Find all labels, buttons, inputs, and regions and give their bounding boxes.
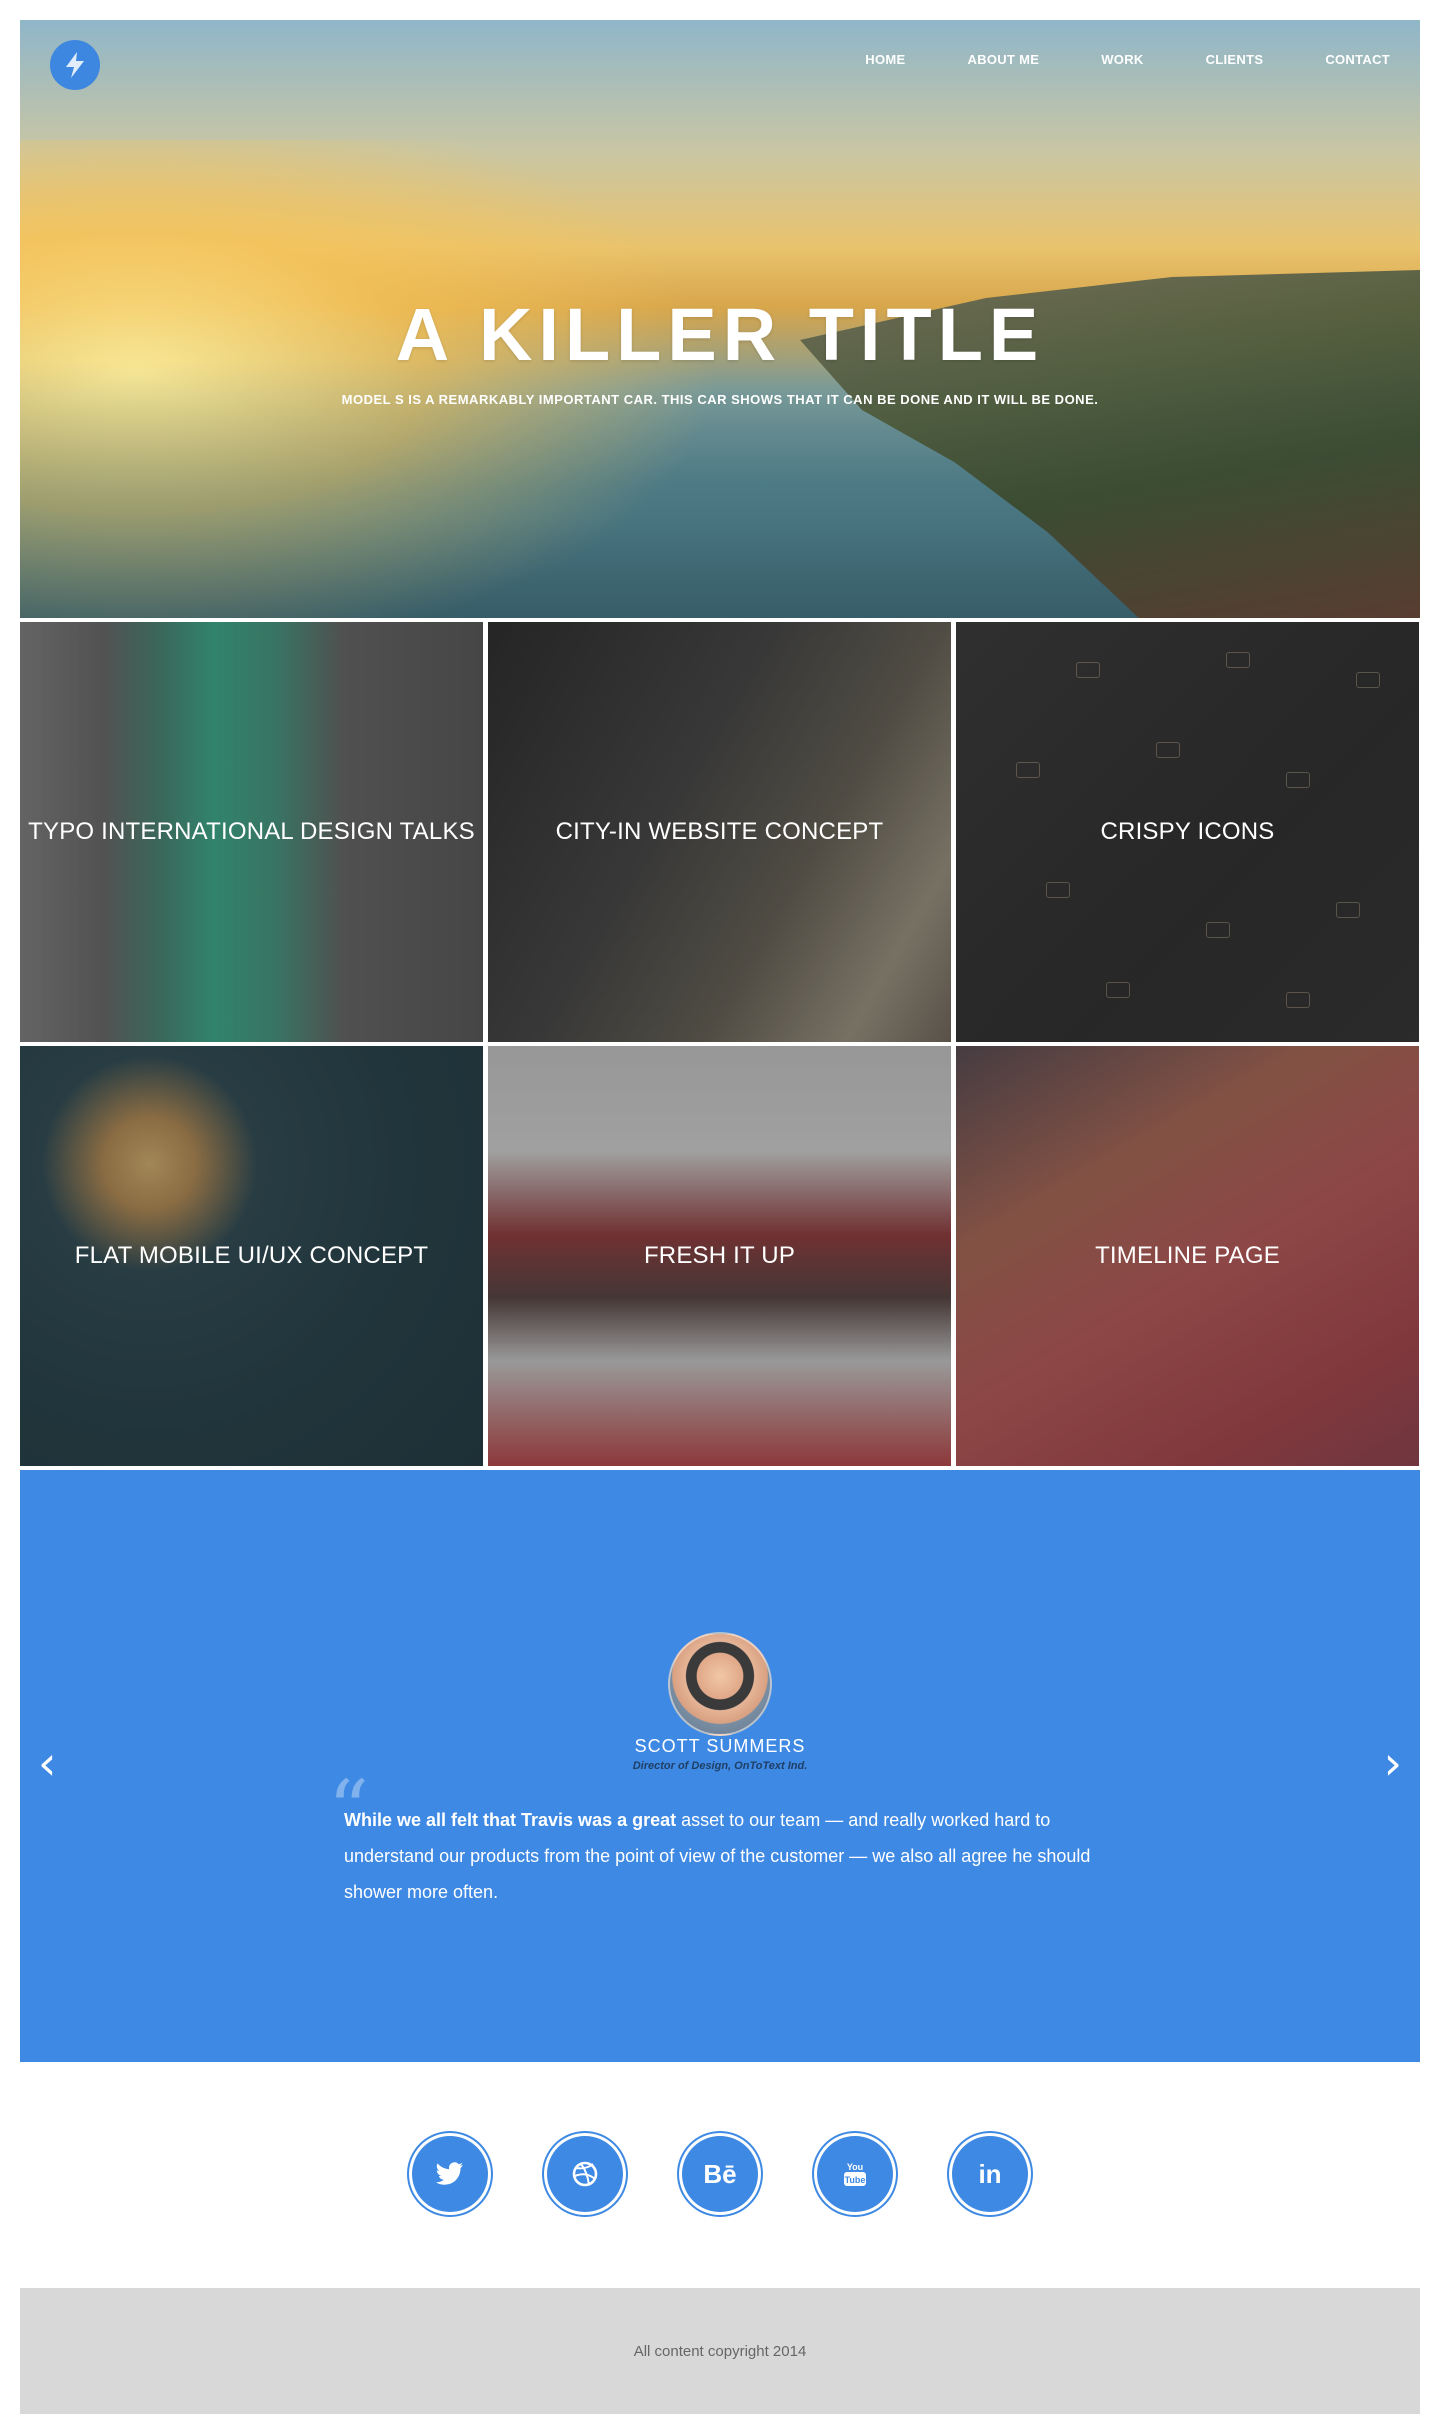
pattern-glyph: [1286, 772, 1310, 788]
pattern-glyph: [1106, 982, 1130, 998]
pattern-glyph: [1076, 662, 1100, 678]
work-tile-label: CRISPY ICONS: [1100, 818, 1275, 845]
behance-icon[interactable]: Bē: [682, 2136, 758, 2212]
pattern-glyph: [1016, 762, 1040, 778]
svg-text:Tube: Tube: [845, 2175, 866, 2185]
testimonial-role: Director of Design, OnToText Ind.: [632, 1760, 808, 1772]
testimonial-name: SCOTT SUMMERS: [634, 1736, 806, 1756]
hero-section: HOME ABOUT ME WORK CLIENTS CONTACT A KIL…: [20, 20, 1420, 618]
youtube-glyph: You Tube: [844, 2162, 866, 2186]
pattern-glyph: [1356, 672, 1380, 688]
linkedin-glyph: in: [978, 2158, 1002, 2189]
twitter-glyph: [436, 2162, 463, 2185]
work-tile-typo[interactable]: TYPO INTERNATIONAL DESIGN TALKS: [20, 622, 483, 1042]
logo-glyph: [66, 52, 84, 78]
work-tile-timeline[interactable]: TIMELINE PAGE: [956, 1046, 1419, 1466]
nav-clients[interactable]: CLIENTS: [1206, 52, 1264, 67]
nav-work[interactable]: WORK: [1101, 52, 1143, 67]
copyright-text: All content copyright 2014: [633, 2342, 807, 2360]
linkedin-icon[interactable]: in: [952, 2136, 1028, 2212]
chevron-right-icon[interactable]: ›: [1384, 1740, 1402, 1786]
main-nav: HOME ABOUT ME WORK CLIENTS CONTACT: [865, 52, 1390, 67]
pattern-glyph: [1206, 922, 1230, 938]
nav-home[interactable]: HOME: [865, 52, 905, 67]
footer: All content copyright 2014: [20, 2288, 1420, 2414]
twitter-icon[interactable]: [412, 2136, 488, 2212]
work-tile-fresh-it-up[interactable]: FRESH IT UP: [488, 1046, 951, 1466]
work-tile-flat-mobile[interactable]: FLAT MOBILE UI/UX CONCEPT: [20, 1046, 483, 1466]
work-tile-crispy-icons[interactable]: CRISPY ICONS: [956, 622, 1419, 1042]
lightning-bolt-icon[interactable]: [50, 40, 100, 90]
work-tile-label: FRESH IT UP: [643, 1242, 796, 1269]
avatar: [668, 1632, 772, 1736]
nav-about-me[interactable]: ABOUT ME: [968, 52, 1040, 67]
svg-text:You: You: [847, 2162, 863, 2172]
hero-subtitle: MODEL S IS A REMARKABLY IMPORTANT CAR. T…: [341, 392, 1099, 407]
quote-bold-text: While we all felt that Travis was a grea…: [344, 1810, 677, 1830]
testimonial-quote: While we all felt that Travis was a grea…: [344, 1802, 1104, 1910]
pattern-glyph: [1046, 882, 1070, 898]
work-tile-label: TIMELINE PAGE: [1095, 1242, 1280, 1269]
hero-title: A KILLER TITLE: [395, 293, 1045, 376]
work-tile-label: TYPO INTERNATIONAL DESIGN TALKS: [28, 818, 475, 845]
pattern-glyph: [1336, 902, 1360, 918]
social-links: Bē You Tube in: [0, 2136, 1440, 2212]
dribbble-glyph: [572, 2161, 598, 2187]
pattern-glyph: [1286, 992, 1310, 1008]
work-tile-label: CITY-IN WEBSITE CONCEPT: [555, 818, 884, 845]
pattern-glyph: [1226, 652, 1250, 668]
work-tile-city-in[interactable]: CITY-IN WEBSITE CONCEPT: [488, 622, 951, 1042]
behance-glyph: Bē: [703, 2158, 737, 2189]
dribbble-icon[interactable]: [547, 2136, 623, 2212]
work-tile-label: FLAT MOBILE UI/UX CONCEPT: [74, 1242, 429, 1269]
nav-contact[interactable]: CONTACT: [1325, 52, 1390, 67]
testimonial-section: ‹ SCOTT SUMMERS Director of Design, OnTo…: [20, 1470, 1420, 2062]
work-grid: TYPO INTERNATIONAL DESIGN TALKS CITY-IN …: [20, 622, 1420, 1466]
pattern-glyph: [1156, 742, 1180, 758]
youtube-icon[interactable]: You Tube: [817, 2136, 893, 2212]
